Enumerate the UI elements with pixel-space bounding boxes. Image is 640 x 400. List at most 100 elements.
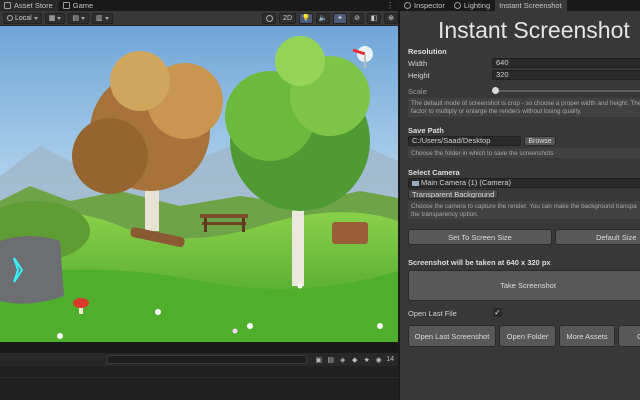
flower: [247, 323, 253, 329]
take-screenshot-button[interactable]: Take Screenshot: [408, 270, 640, 301]
flower: [377, 323, 383, 329]
shading-icon: [265, 14, 273, 22]
snap-increment-button[interactable]: ▤: [68, 12, 89, 24]
dots-menu-icon[interactable]: ⋮: [386, 1, 398, 10]
page-title: Instant Screenshot: [438, 17, 630, 43]
tab-inspector-label: Inspector: [414, 1, 445, 10]
bench: [202, 222, 246, 225]
default-size-button[interactable]: Default Size: [555, 229, 640, 245]
info-icon: [404, 2, 411, 9]
rune-rock: [0, 236, 64, 304]
chevron-down-icon: [33, 16, 38, 20]
screenshot-info-text: Screenshot will be taken at 640 x 320 px: [408, 258, 551, 267]
asset-store-icon: [4, 2, 11, 9]
game-view-icon: [62, 2, 70, 9]
transparent-background-toggle[interactable]: Transparent Background: [408, 189, 498, 199]
scene-bottom-toolbar: ▣ ▤ ◈ ◆ ★ ◉ 14: [0, 353, 398, 366]
pin-icon[interactable]: ▣: [314, 355, 323, 364]
scene-tabbar: Asset Store Game ⋮: [0, 0, 398, 11]
bench: [242, 218, 245, 232]
tag-icon[interactable]: ◈: [338, 355, 347, 364]
chevron-down-icon: [57, 16, 62, 20]
pivot-label: Local: [15, 14, 32, 22]
mode-2d-toggle[interactable]: 2D: [279, 12, 296, 24]
open-last-file-checkbox[interactable]: ✓: [493, 308, 502, 317]
bench: [200, 214, 248, 218]
save-path-field[interactable]: C:/Users/Saad/Desktop: [408, 136, 521, 146]
flower: [232, 328, 238, 334]
audio-toggle[interactable]: 🔈: [316, 12, 330, 24]
more-assets-button[interactable]: More Assets: [559, 325, 615, 347]
scene-viewport[interactable]: [0, 26, 398, 342]
star-icon[interactable]: ★: [362, 355, 371, 364]
resolution-help-line2: factor to multiply or enlarge the render…: [411, 108, 582, 115]
open-folder-button[interactable]: Open Folder: [499, 325, 556, 347]
camera-field[interactable]: Main Camera (1) (Camera): [408, 178, 640, 188]
save-path-help: Choose the folder in which to save the s…: [408, 148, 640, 158]
scene-camera-button[interactable]: ◧: [367, 12, 381, 24]
save-path-header: Save Path: [408, 126, 444, 135]
instant-screenshot-panel: Inspector Lighting Instant Screenshot In…: [399, 0, 640, 400]
light-bulb-icon: [453, 2, 461, 9]
resolution-header: Resolution: [408, 47, 447, 56]
scale-slider-handle[interactable]: [492, 87, 499, 94]
pivot-dropdown[interactable]: Local: [3, 12, 42, 24]
effects-toggle[interactable]: ✦: [333, 12, 347, 24]
width-label: Width: [408, 59, 428, 68]
autumn-tree-crown: [110, 51, 170, 111]
camera-help-line2: the transparency option.: [411, 211, 479, 218]
chevron-down-icon: [80, 16, 85, 20]
camera-help-line1: Choose the camera to capture the render.…: [411, 203, 637, 210]
browse-button[interactable]: Browse: [524, 136, 556, 146]
globe-icon: [7, 15, 13, 21]
height-field[interactable]: 320: [492, 70, 640, 80]
scale-label: Scale: [408, 87, 427, 96]
autumn-tree-crown: [72, 118, 148, 194]
chevron-down-icon: [104, 16, 109, 20]
project-browser-area: [0, 366, 398, 400]
camera-help: Choose the camera to capture the render.…: [408, 201, 640, 219]
filter-icon[interactable]: ▤: [326, 355, 335, 364]
tab-instant-screenshot[interactable]: Instant Screenshot: [495, 0, 567, 11]
tab-lighting-label: Lighting: [463, 1, 491, 10]
height-label: Height: [408, 71, 430, 80]
tab-asset-store[interactable]: Asset Store: [0, 0, 59, 11]
open-last-screenshot-button[interactable]: Open Last Screenshot: [408, 325, 496, 347]
shading-mode-button[interactable]: [262, 12, 277, 24]
resolution-help: The default mode of screenshot is crop -…: [408, 98, 640, 117]
scene-toolbar: Local ▦ ▤ ▥ 2D 💡 🔈 ✦ ⊘ ◧ ⊕: [0, 11, 398, 26]
scale-slider-track[interactable]: [492, 90, 640, 92]
grid-snap-button[interactable]: ▦: [44, 12, 66, 24]
resolution-help-line1: The default mode of screenshot is crop -…: [411, 100, 640, 107]
scene-panel: Asset Store Game ⋮ Local ▦ ▤ ▥ 2D 💡 🔈 ✦ …: [0, 0, 398, 400]
mushroom: [73, 298, 89, 308]
open-last-file-label: Open Last File: [408, 309, 457, 318]
project-row: [0, 366, 398, 378]
set-to-screen-size-button[interactable]: Set To Screen Size: [408, 229, 552, 245]
flower: [57, 333, 63, 339]
lock-icon[interactable]: ◆: [350, 355, 359, 364]
camera-field-value: Main Camera (1) (Camera): [421, 178, 512, 187]
green-tree-crown: [275, 36, 325, 86]
right-tabbar: Inspector Lighting Instant Screenshot: [400, 0, 640, 11]
tab-inspector[interactable]: Inspector: [400, 0, 450, 11]
search-field[interactable]: [107, 355, 308, 364]
eye-icon[interactable]: ◉: [374, 355, 383, 364]
select-camera-header: Select Camera: [408, 168, 460, 177]
camera-icon: [412, 181, 419, 186]
hidden-count: 14: [386, 356, 394, 363]
tab-lighting[interactable]: Lighting: [450, 0, 495, 11]
tree-stump: [332, 222, 368, 244]
move-snap-button[interactable]: ▥: [91, 12, 113, 24]
tab-game[interactable]: Game: [59, 0, 99, 11]
gizmos-button[interactable]: ⊕: [384, 12, 398, 24]
bench: [204, 218, 207, 232]
extra-button[interactable]: G: [618, 325, 640, 347]
width-field[interactable]: 640: [492, 58, 640, 68]
hidden-objects-toggle[interactable]: ⊘: [350, 12, 364, 24]
lighting-toggle[interactable]: 💡: [299, 12, 313, 24]
flower: [297, 283, 303, 289]
flower: [155, 309, 161, 315]
tab-game-label: Game: [72, 1, 94, 10]
tab-instant-screenshot-label: Instant Screenshot: [499, 1, 562, 10]
